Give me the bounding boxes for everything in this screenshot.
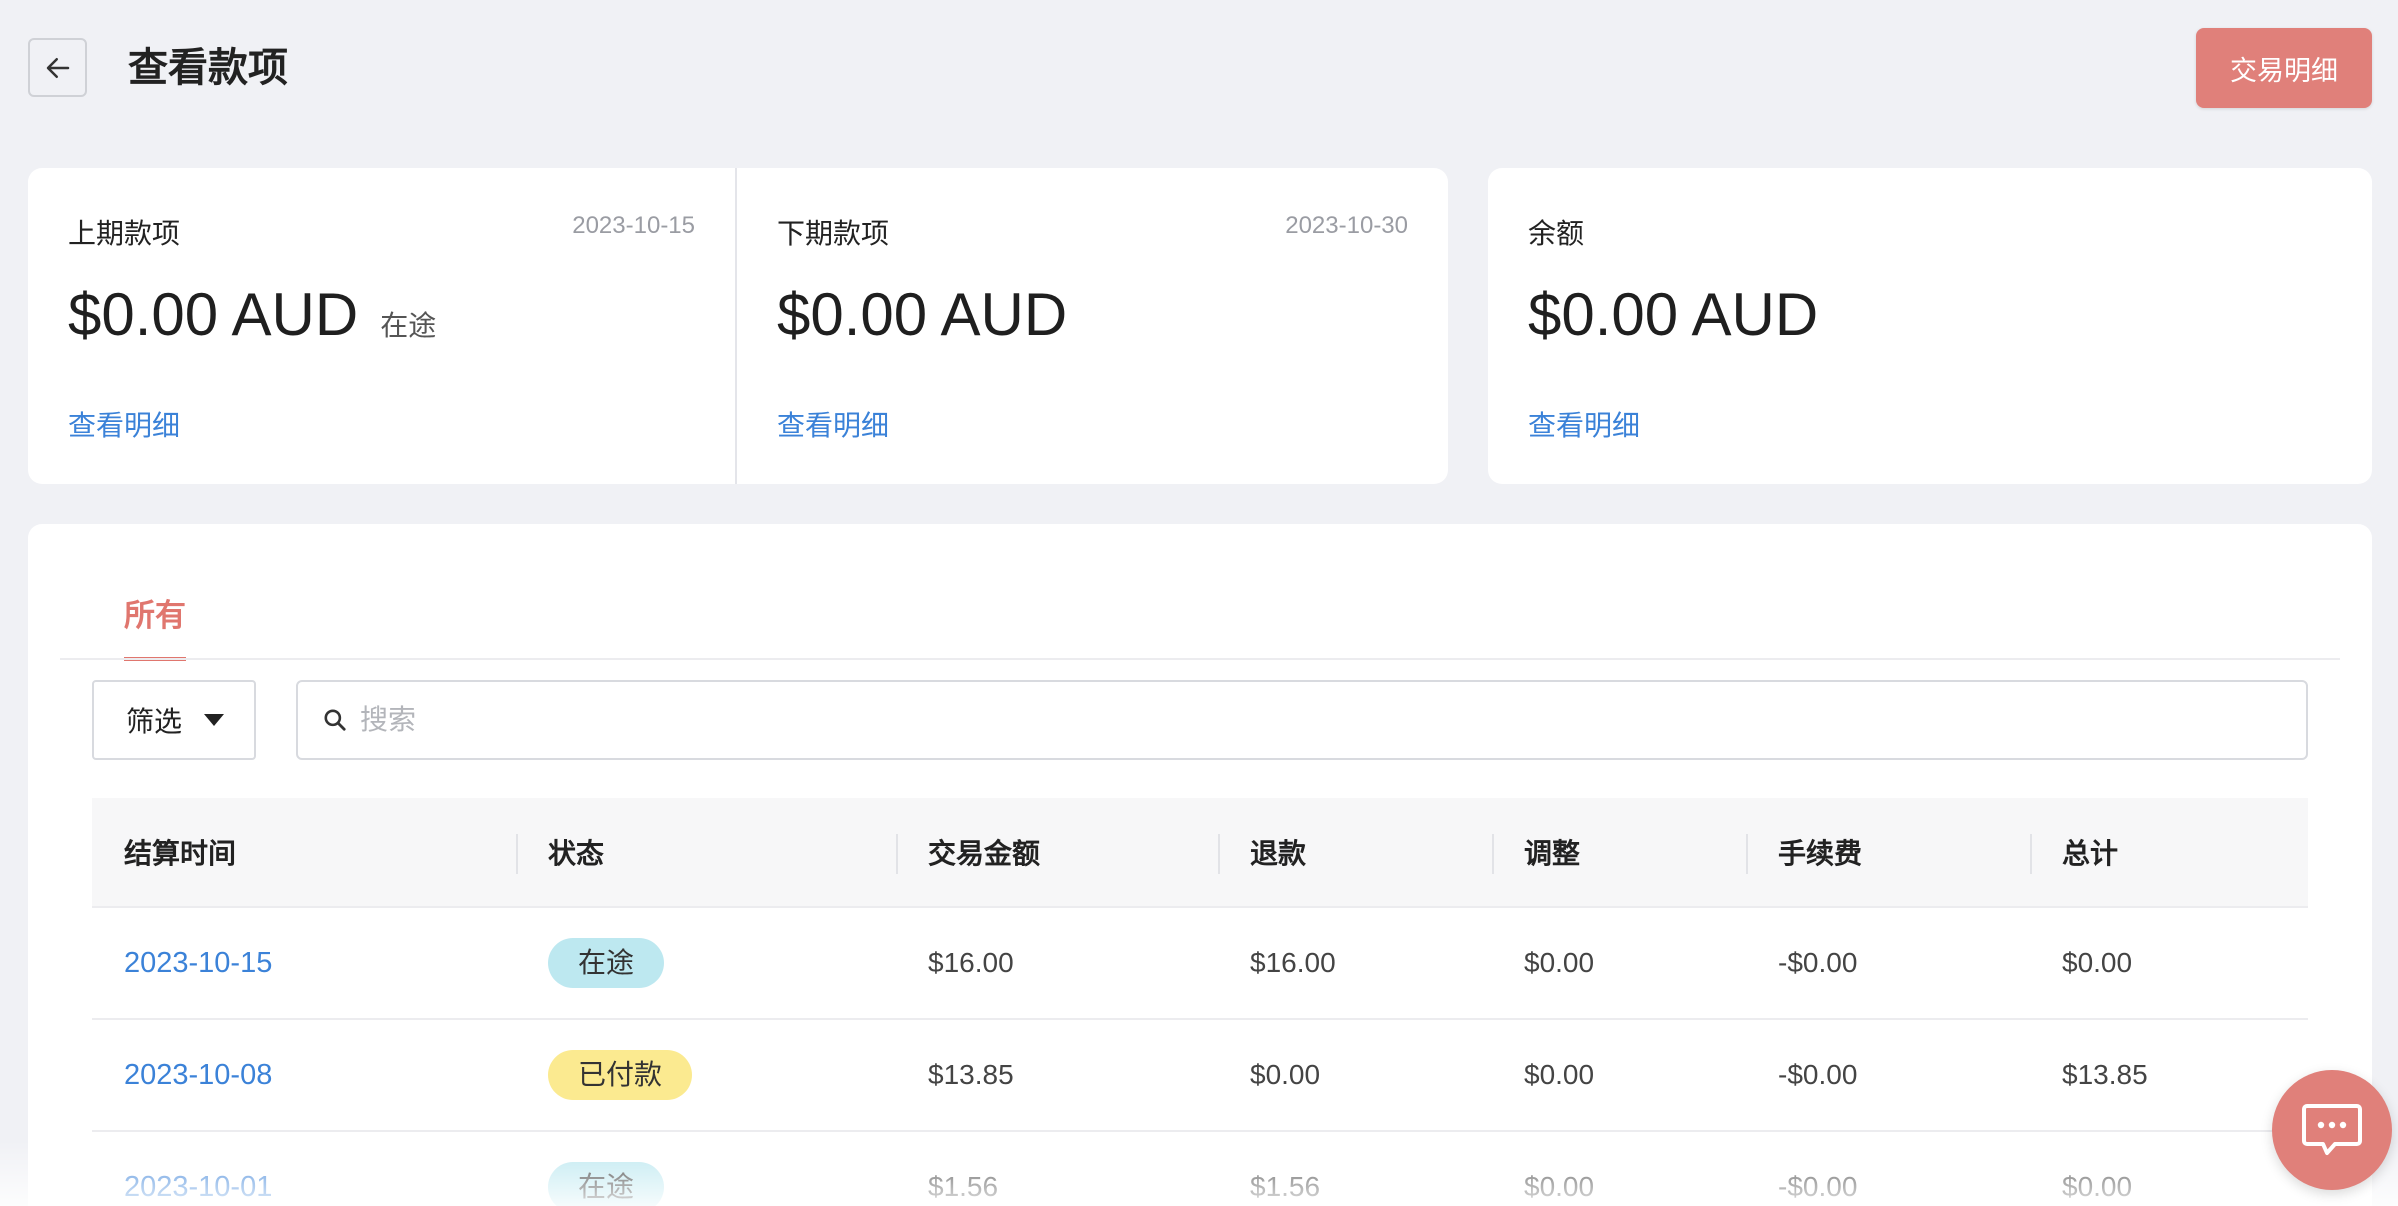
tab-all[interactable]: 所有 — [124, 590, 186, 661]
view-details-link[interactable]: 查看明细 — [1528, 404, 1640, 444]
total-cell: $0.00 — [2062, 947, 2133, 978]
chat-icon — [2302, 1104, 2362, 1155]
amount-cell: $16.00 — [928, 947, 1014, 978]
filter-label: 筛选 — [126, 706, 183, 737]
balance-card-inner: 余额 $0.00 AUD 查看明细 — [1488, 168, 2372, 484]
card-label: 上期款项 — [68, 218, 181, 249]
column-header[interactable]: 状态 — [516, 798, 896, 906]
adjustment-cell: $0.00 — [1524, 1171, 1595, 1202]
total-cell: $13.85 — [2062, 1059, 2148, 1090]
refund-cell: $1.56 — [1250, 1171, 1321, 1202]
card-amount: $0.00 AUD — [777, 281, 1068, 348]
view-details-link[interactable]: 查看明细 — [777, 404, 889, 444]
filter-dropdown[interactable]: 筛选 — [92, 680, 256, 760]
card-amount: $0.00 AUD — [1528, 281, 1819, 348]
payouts-panel: 所有 筛选 结算时间 状态 交易金额 退款 调整 手续费 总计 — [28, 524, 2372, 1206]
card-date: 2023-10-30 — [1285, 212, 1408, 239]
search-icon — [324, 709, 346, 731]
column-header[interactable]: 总计 — [2030, 798, 2308, 906]
status-cell: 已付款 — [516, 1050, 896, 1100]
tab-divider — [60, 658, 2340, 660]
column-header[interactable]: 结算时间 — [92, 798, 516, 906]
transactions-button[interactable]: 交易明细 — [2196, 28, 2372, 108]
status-badge: 在途 — [548, 1162, 665, 1206]
column-header[interactable]: 退款 — [1218, 798, 1492, 906]
column-header[interactable]: 手续费 — [1746, 798, 2030, 906]
payouts-table: 结算时间 状态 交易金额 退款 调整 手续费 总计 2023-10-15 在途 … — [92, 798, 2308, 1206]
refund-cell: $16.00 — [1250, 947, 1336, 978]
view-details-link[interactable]: 查看明细 — [68, 404, 180, 444]
back-button[interactable] — [28, 38, 87, 97]
fee-cell: -$0.00 — [1778, 947, 1858, 978]
status-badge: 在途 — [548, 938, 665, 988]
payout-cards: 上期款项 2023-10-15 $0.00 AUD 在途 查看明细 下期款项 2… — [28, 168, 1448, 484]
amount-cell: $1.56 — [928, 1171, 999, 1202]
next-payout-card: 下期款项 2023-10-30 $0.00 AUD 查看明细 — [737, 168, 1448, 484]
card-amount-row: $0.00 AUD 在途 — [68, 280, 436, 349]
settlement-date-link[interactable]: 2023-10-01 — [92, 1171, 516, 1204]
status-cell: 在途 — [516, 938, 896, 988]
balance-card: 余额 $0.00 AUD 查看明细 — [1488, 168, 2372, 484]
search-box[interactable] — [296, 680, 2308, 760]
total-cell: $0.00 — [2062, 1171, 2133, 1202]
previous-payout-card: 上期款项 2023-10-15 $0.00 AUD 在途 查看明细 — [28, 168, 737, 484]
fee-cell: -$0.00 — [1778, 1059, 1858, 1090]
table-row[interactable]: 2023-10-01 在途 $1.56 $1.56 $0.00 -$0.00 $… — [92, 1132, 2308, 1206]
chat-button[interactable] — [2272, 1070, 2392, 1190]
status-cell: 在途 — [516, 1162, 896, 1206]
card-amount-row: $0.00 AUD — [1528, 280, 1818, 349]
settlement-date-link[interactable]: 2023-10-08 — [92, 1059, 516, 1092]
card-status: 在途 — [380, 310, 437, 341]
arrow-left-icon — [46, 57, 69, 78]
card-label: 余额 — [1528, 218, 1585, 249]
search-input[interactable] — [360, 704, 2260, 736]
card-label: 下期款项 — [777, 218, 890, 249]
settlement-date-link[interactable]: 2023-10-15 — [92, 947, 516, 980]
adjustment-cell: $0.00 — [1524, 1059, 1595, 1090]
card-amount: $0.00 AUD — [68, 281, 359, 348]
table-header: 结算时间 状态 交易金额 退款 调整 手续费 总计 — [92, 798, 2308, 908]
status-badge: 已付款 — [548, 1050, 693, 1100]
card-date: 2023-10-15 — [572, 212, 695, 239]
card-amount-row: $0.00 AUD — [777, 280, 1067, 349]
adjustment-cell: $0.00 — [1524, 947, 1595, 978]
amount-cell: $13.85 — [928, 1059, 1014, 1090]
caret-down-icon — [204, 714, 225, 726]
column-header[interactable]: 调整 — [1492, 798, 1746, 906]
table-row[interactable]: 2023-10-08 已付款 $13.85 $0.00 $0.00 -$0.00… — [92, 1020, 2308, 1132]
table-row[interactable]: 2023-10-15 在途 $16.00 $16.00 $0.00 -$0.00… — [92, 908, 2308, 1020]
page-title: 查看款项 — [128, 46, 288, 90]
refund-cell: $0.00 — [1250, 1059, 1321, 1090]
column-header[interactable]: 交易金额 — [896, 798, 1218, 906]
fee-cell: -$0.00 — [1778, 1171, 1858, 1202]
page: 查看款项 交易明细 上期款项 2023-10-15 $0.00 AUD 在途 查… — [0, 0, 2398, 1206]
